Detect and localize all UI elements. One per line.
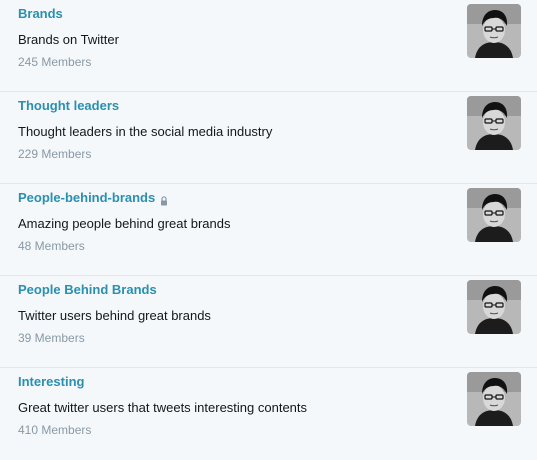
- list-item: Thought leaders Thought leaders in the s…: [0, 92, 537, 184]
- list-description: Twitter users behind great brands: [18, 308, 211, 323]
- list-name-row: Interesting: [18, 374, 84, 390]
- list-name-link[interactable]: People-behind-brands: [18, 190, 155, 206]
- avatar[interactable]: [467, 96, 521, 150]
- list-name-row: People-behind-brands: [18, 190, 169, 206]
- list-members-count[interactable]: 245 Members: [18, 55, 91, 69]
- avatar[interactable]: [467, 372, 521, 426]
- list-members-count[interactable]: 229 Members: [18, 147, 91, 161]
- list-name-row: People Behind Brands: [18, 282, 157, 298]
- list-description: Brands on Twitter: [18, 32, 119, 47]
- list-name-row: Thought leaders: [18, 98, 119, 114]
- list-name-link[interactable]: Thought leaders: [18, 98, 119, 114]
- list-description: Great twitter users that tweets interest…: [18, 400, 308, 415]
- avatar-image: [467, 372, 521, 426]
- lock-icon: [159, 193, 169, 206]
- list-description: Thought leaders in the social media indu…: [18, 124, 273, 139]
- list-name-link[interactable]: Brands: [18, 6, 63, 22]
- list-item: Interesting Great twitter users that twe…: [0, 368, 537, 460]
- lists-list: Brands Brands on Twitter 245 Members Tho…: [0, 0, 537, 448]
- avatar-image: [467, 96, 521, 150]
- avatar[interactable]: [467, 4, 521, 58]
- list-item: Brands Brands on Twitter 245 Members: [0, 0, 537, 92]
- list-item: People Behind Brands Twitter users behin…: [0, 276, 537, 368]
- list-item: People-behind-brands Amazing people behi…: [0, 184, 537, 276]
- avatar-image: [467, 280, 521, 334]
- avatar-image: [467, 188, 521, 242]
- avatar[interactable]: [467, 188, 521, 242]
- list-name-link[interactable]: Interesting: [18, 374, 84, 390]
- list-name-link[interactable]: People Behind Brands: [18, 282, 157, 298]
- list-name-row: Brands: [18, 6, 63, 22]
- avatar-image: [467, 4, 521, 58]
- list-members-count[interactable]: 39 Members: [18, 331, 85, 345]
- list-members-count[interactable]: 48 Members: [18, 239, 85, 253]
- list-members-count[interactable]: 410 Members: [18, 423, 91, 437]
- list-description: Amazing people behind great brands: [18, 216, 231, 231]
- avatar[interactable]: [467, 280, 521, 334]
